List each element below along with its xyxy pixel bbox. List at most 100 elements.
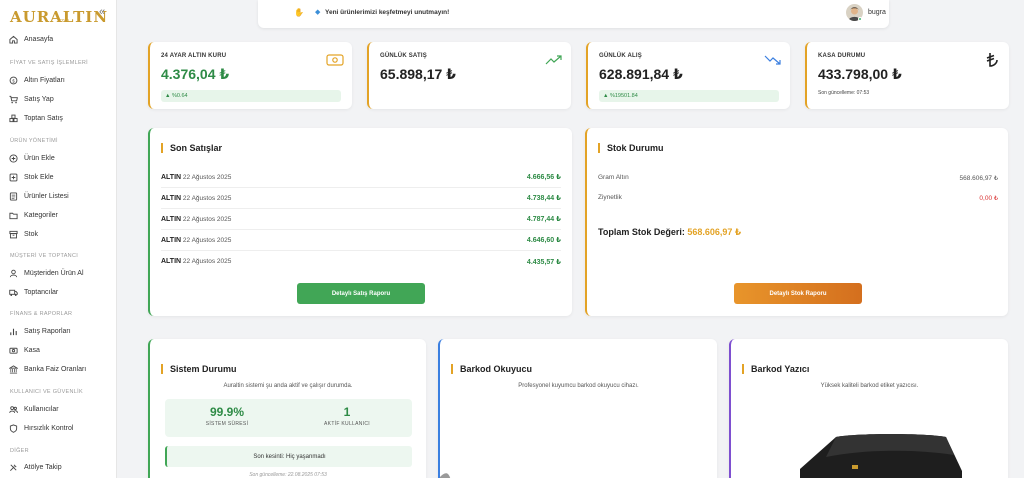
sidebar-item-theft-control[interactable]: Hırsızlık Kontrol bbox=[9, 421, 73, 435]
panel-title-text: Barkod Yazıcı bbox=[751, 364, 810, 374]
sale-info: ALTIN 22 Ağustos 2025 bbox=[161, 174, 231, 181]
sidebar: AURALTIN .com « Anasayfa FİYAT VE SATIŞ … bbox=[0, 0, 117, 478]
recent-sales-panel: Son Satışlar ALTIN 22 Ağustos 2025 4.666… bbox=[148, 128, 572, 316]
panel-title: Stok Durumu bbox=[598, 143, 664, 153]
sidebar-section-title: FİNANS & RAPORLAR bbox=[10, 311, 73, 317]
panel-title-text: Stok Durumu bbox=[607, 143, 664, 153]
stock-total-label: Toplam Stok Değeri: bbox=[598, 227, 685, 237]
panel-subtitle: Yüksek kaliteli barkod etiket yazıcısı. bbox=[820, 383, 919, 389]
sidebar-item-wholesale[interactable]: Toptan Satış bbox=[9, 111, 63, 125]
barcode-reader-image bbox=[440, 473, 451, 478]
sidebar-item-label: Stok Ekle bbox=[24, 173, 54, 181]
list-item: Ziynetlik 0,00 ₺ bbox=[598, 194, 998, 202]
sidebar-item-stock[interactable]: Stok bbox=[9, 227, 38, 241]
sale-amount: 4.787,44 ₺ bbox=[526, 216, 561, 223]
sale-product: ALTIN bbox=[161, 215, 182, 223]
stock-label: Gram Altın bbox=[598, 174, 629, 181]
sidebar-item-label: Kasa bbox=[24, 346, 40, 354]
diamond-icon: ◆ bbox=[315, 9, 321, 16]
stock-total-value: 568.606,97 ₺ bbox=[687, 227, 742, 237]
sale-product: ALTIN bbox=[161, 194, 182, 202]
panel-title-text: Sistem Durumu bbox=[170, 364, 237, 374]
lira-icon bbox=[986, 53, 998, 67]
stock-total: Toplam Stok Değeri: 568.606,97 ₺ bbox=[598, 227, 741, 238]
sidebar-item-label: Ürün Ekle bbox=[24, 154, 55, 162]
table-row[interactable]: ALTIN 22 Ağustos 2025 4.787,44 ₺ bbox=[161, 209, 561, 230]
sidebar-item-add-stock[interactable]: Stok Ekle bbox=[9, 170, 54, 184]
folder-icon bbox=[9, 212, 18, 219]
user-name[interactable]: bugra bbox=[868, 9, 886, 16]
boxes-icon bbox=[9, 114, 18, 122]
sidebar-item-label: Stok bbox=[24, 230, 39, 238]
hand-icon: ✋ bbox=[294, 8, 304, 17]
stat-value: 628.891,84 ₺ bbox=[599, 66, 683, 82]
panel-title: Barkod Okuyucu bbox=[451, 364, 532, 374]
sidebar-item-product-list[interactable]: Ürünler Listesi bbox=[9, 189, 69, 203]
sidebar-item-buy-from-customer[interactable]: Müşteriden Ürün Al bbox=[9, 266, 84, 280]
stat-value: 65.898,17 ₺ bbox=[380, 66, 456, 82]
system-updated: Son güncelleme: 22.08.2025 07:53 bbox=[249, 472, 327, 478]
sidebar-item-cash[interactable]: Kasa bbox=[9, 343, 40, 357]
sidebar-section-title: MÜŞTERİ VE TOPTANCI bbox=[10, 253, 79, 259]
cart-icon bbox=[9, 95, 18, 103]
sale-date: 22 Ağustos 2025 bbox=[182, 194, 232, 202]
sidebar-item-workshop[interactable]: Atölye Takip bbox=[9, 460, 62, 474]
sale-date: 22 Ağustos 2025 bbox=[182, 236, 232, 244]
sidebar-item-label: Müşteriden Ürün Al bbox=[24, 269, 84, 277]
sidebar-item-home[interactable]: Anasayfa bbox=[9, 32, 53, 46]
svg-text:$: $ bbox=[12, 78, 15, 83]
table-row[interactable]: ALTIN 22 Ağustos 2025 4.435,57 ₺ bbox=[161, 251, 561, 272]
active-users-metric: 1 AKTİF KULLANICI bbox=[287, 405, 407, 427]
sidebar-item-label: Anasayfa bbox=[24, 35, 54, 43]
sidebar-item-label: Kullanıcılar bbox=[24, 405, 59, 413]
stat-label: KASA DURUMU bbox=[818, 53, 866, 59]
uptime-metric: 99.9% SİSTEM SÜRESİ bbox=[167, 405, 287, 427]
collapse-sidebar-icon[interactable]: « bbox=[99, 6, 105, 18]
plus-circle-icon bbox=[9, 153, 18, 163]
last-outage: Son kesinti: Hiç yaşanmadı bbox=[165, 446, 412, 467]
system-metrics: 99.9% SİSTEM SÜRESİ 1 AKTİF KULLANICI bbox=[165, 399, 412, 437]
sidebar-item-sell[interactable]: Satış Yap bbox=[9, 92, 54, 106]
table-row[interactable]: ALTIN 22 Ağustos 2025 4.666,56 ₺ bbox=[161, 167, 561, 188]
sidebar-item-add-product[interactable]: Ürün Ekle bbox=[9, 151, 55, 165]
barcode-printer-panel: Barkod Yazıcı Yüksek kaliteli barkod eti… bbox=[729, 339, 1008, 478]
stock-report-button[interactable]: Detaylı Stok Raporu bbox=[734, 283, 862, 304]
truck-icon bbox=[9, 289, 18, 296]
table-row[interactable]: ALTIN 22 Ağustos 2025 4.646,60 ₺ bbox=[161, 230, 561, 251]
barcode-printer-image bbox=[800, 434, 962, 478]
archive-icon bbox=[9, 230, 18, 238]
stat-change-badge: ▲ %0.64 bbox=[161, 90, 341, 102]
sale-product: ALTIN bbox=[161, 173, 182, 181]
sidebar-item-gold-prices[interactable]: $ Altın Fiyatları bbox=[9, 73, 65, 87]
stat-card-daily-purchase: GÜNLÜK ALIŞ 628.891,84 ₺ ▲ %19501.84 bbox=[586, 42, 790, 109]
system-status-panel: Sistem Durumu Auraltin sistemi şu anda a… bbox=[148, 339, 426, 478]
sidebar-item-label: Atölye Takip bbox=[24, 463, 62, 471]
shield-icon bbox=[9, 423, 18, 433]
sale-info: ALTIN 22 Ağustos 2025 bbox=[161, 237, 231, 244]
sidebar-item-sales-reports[interactable]: Satış Raporları bbox=[9, 324, 71, 338]
stat-label: GÜNLÜK ALIŞ bbox=[599, 53, 642, 59]
stock-value: 568.606,97 ₺ bbox=[959, 175, 998, 182]
sidebar-section-title: ÜRÜN YÖNETİMİ bbox=[10, 138, 58, 144]
sidebar-item-label: Altın Fiyatları bbox=[24, 76, 65, 84]
sale-product: ALTIN bbox=[161, 236, 182, 244]
sidebar-item-users[interactable]: Kullanıcılar bbox=[9, 402, 59, 416]
tools-icon bbox=[10, 463, 17, 471]
sidebar-item-label: Toptancılar bbox=[24, 288, 59, 296]
bank-icon bbox=[9, 364, 18, 373]
sales-report-button[interactable]: Detaylı Satış Raporu bbox=[297, 283, 425, 304]
trend-down-icon bbox=[764, 55, 781, 65]
sale-info: ALTIN 22 Ağustos 2025 bbox=[161, 258, 231, 265]
sidebar-item-label: Banka Faiz Oranları bbox=[24, 365, 87, 373]
panel-title-text: Barkod Okuyucu bbox=[460, 364, 533, 374]
sidebar-item-wholesalers[interactable]: Toptancılar bbox=[9, 285, 58, 299]
sidebar-item-label: Ürünler Listesi bbox=[24, 192, 69, 200]
sidebar-section-title: DİĞER bbox=[10, 448, 29, 454]
sidebar-item-bank-rates[interactable]: Banka Faiz Oranları bbox=[9, 362, 86, 376]
sidebar-item-label: Satış Yap bbox=[24, 95, 54, 103]
sidebar-item-categories[interactable]: Kategoriler bbox=[9, 208, 58, 222]
stat-card-daily-sales: GÜNLÜK SATIŞ 65.898,17 ₺ bbox=[367, 42, 571, 109]
stat-card-gold-rate: 24 AYAR ALTIN KURU 4.376,04 ₺ ▲ %0.64 bbox=[148, 42, 352, 109]
table-row[interactable]: ALTIN 22 Ağustos 2025 4.738,44 ₺ bbox=[161, 188, 561, 209]
stock-label: Ziynetlik bbox=[598, 194, 622, 201]
